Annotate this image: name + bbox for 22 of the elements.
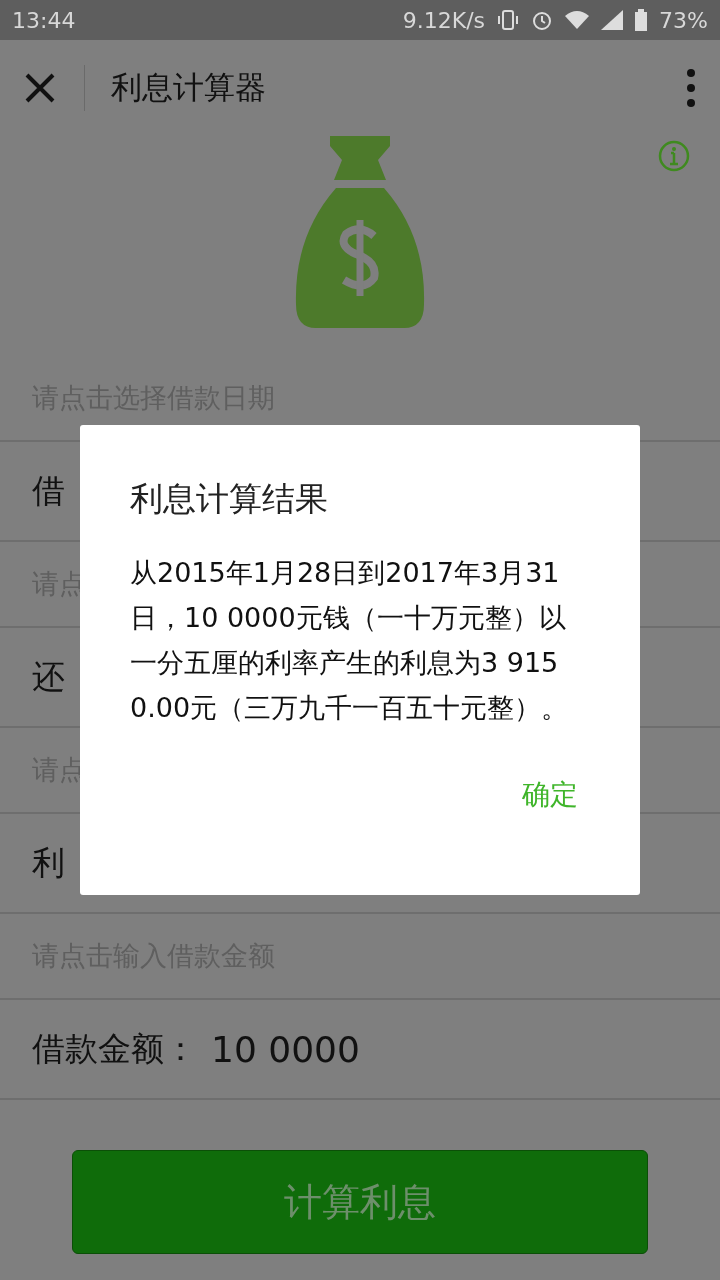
dialog-title: 利息计算结果 bbox=[130, 478, 329, 520]
field-label: 借 bbox=[32, 469, 65, 512]
input-field[interactable]: 借款金额： 10 0000 bbox=[0, 1000, 720, 1100]
money-bag-icon bbox=[294, 136, 426, 330]
calculate-button[interactable]: 计算利息 bbox=[72, 1150, 648, 1254]
alarm-icon bbox=[531, 9, 554, 31]
vibrate-icon bbox=[497, 9, 520, 31]
battery-icon bbox=[635, 9, 648, 31]
signal-icon bbox=[601, 10, 624, 30]
field-label: 还 bbox=[32, 655, 65, 698]
page-title: 利息计算器 bbox=[111, 68, 266, 107]
wifi-icon bbox=[565, 10, 590, 30]
dialog-message: 从2015年1月28日到2017年3月31日，10 0000元钱（一十万元整）以一分五厘的利率产生的利息为3 9150.00元（三万九千一百五十元整）。 bbox=[130, 556, 570, 725]
field-label: 利 bbox=[32, 841, 65, 884]
more-icon[interactable] bbox=[686, 68, 696, 108]
field-value: 10 0000 bbox=[211, 1028, 360, 1070]
battery-percent: 73% bbox=[659, 7, 708, 33]
field-label: 借款金额： bbox=[32, 1027, 197, 1070]
network-speed: 9.12K/s bbox=[402, 7, 486, 33]
close-icon[interactable] bbox=[24, 72, 56, 104]
confirm-button[interactable]: 确定 bbox=[522, 776, 578, 814]
status-time: 13:44 bbox=[12, 7, 76, 33]
